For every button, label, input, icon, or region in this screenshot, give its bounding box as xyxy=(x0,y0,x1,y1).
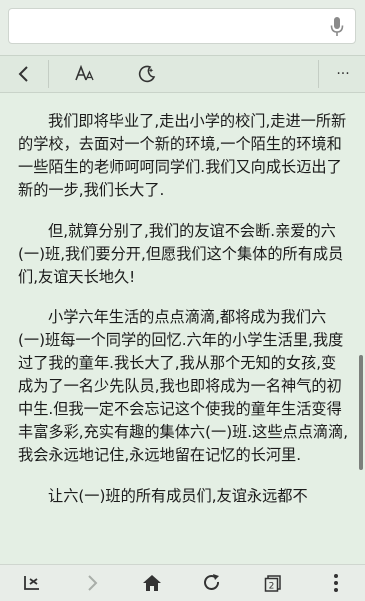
top-bar xyxy=(0,0,365,55)
more-horizontal-icon[interactable]: ··· xyxy=(326,56,360,92)
reading-toolbar: ··· xyxy=(0,55,365,93)
article-paragraph: 小学六年生活的点点滴滴,都将成为我们六(一)班每一个同学的回忆.六年的小学生活里… xyxy=(18,308,349,464)
tabs-icon[interactable]: 2 xyxy=(259,565,287,601)
tab-count: 2 xyxy=(269,582,275,592)
refresh-icon[interactable] xyxy=(198,565,226,601)
font-size-icon[interactable] xyxy=(70,56,100,92)
search-input[interactable] xyxy=(17,9,321,45)
article-paragraph: 让六(一)班的所有成员们,友谊永远都不 xyxy=(48,487,308,505)
search-box[interactable] xyxy=(8,8,356,45)
article-content[interactable]: 我们即将毕业了,走出小学的校门,走进一所新的学校，去面对一个新的环境,一个陌生的… xyxy=(0,92,365,564)
more-vertical-icon[interactable] xyxy=(322,565,350,601)
exit-reading-icon[interactable] xyxy=(18,565,46,601)
home-icon[interactable] xyxy=(138,565,166,601)
forward-arrow-icon[interactable] xyxy=(78,565,106,601)
toolbar-divider xyxy=(48,60,49,88)
scrollbar[interactable] xyxy=(359,355,363,470)
article-paragraph: 但,就算分别了,我们的友谊不会断.亲爱的六(一)班,我们要分开,但愿我们这个集体… xyxy=(18,222,344,286)
back-arrow-icon[interactable] xyxy=(8,56,40,92)
night-mode-icon[interactable] xyxy=(132,56,162,92)
bottom-bar: 2 xyxy=(0,564,365,601)
article-paragraph: 我们即将毕业了,走出小学的校门,走进一所新的学校，去面对一个新的环境,一个陌生的… xyxy=(18,112,347,199)
toolbar-divider xyxy=(318,60,319,88)
microphone-icon[interactable] xyxy=(329,16,345,38)
